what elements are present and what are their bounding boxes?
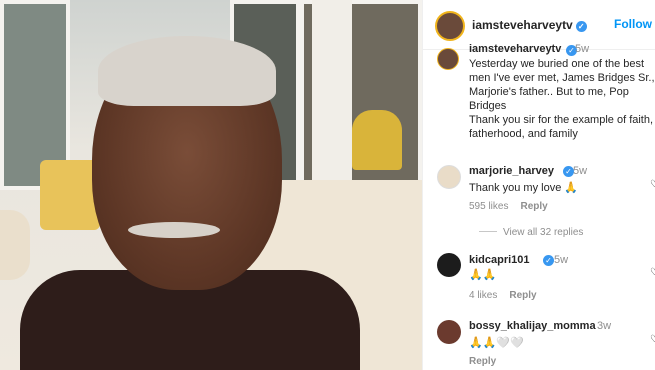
door-frame xyxy=(312,0,352,190)
comments-panel: iamsteveharveytv ✓ Follow iamsteveharveyt… xyxy=(422,0,655,370)
header-username[interactable]: iamsteveharveytv ✓ xyxy=(472,18,587,32)
username-text[interactable]: iamsteveharveytv xyxy=(472,18,573,32)
mustache xyxy=(128,222,220,238)
heart-outline-icon[interactable]: ♡ xyxy=(650,334,655,345)
follow-button[interactable]: Follow xyxy=(614,17,652,31)
yellow-cloth xyxy=(40,160,100,230)
view-replies-button[interactable]: View all 32 replies xyxy=(479,227,583,238)
reply-button[interactable]: Reply xyxy=(520,201,547,212)
like-count[interactable]: 595 likes xyxy=(469,201,508,212)
verified-badge-icon: ✓ xyxy=(543,255,554,266)
hair xyxy=(98,36,276,106)
reply-button[interactable]: Reply xyxy=(509,290,536,301)
avatar[interactable] xyxy=(435,11,465,41)
like-count[interactable]: 4 likes xyxy=(469,290,497,301)
comment-text: 🙏🙏🤍🤍 xyxy=(469,337,524,349)
comment-text: Thank you my love 🙏 xyxy=(469,182,579,194)
caption-line: fatherhood, and family xyxy=(469,128,578,140)
comment-meta: Reply xyxy=(469,356,496,367)
heart-outline-icon[interactable]: ♡ xyxy=(650,179,655,190)
verified-badge-icon: ✓ xyxy=(575,21,587,32)
comment-username[interactable]: kidcapri101 xyxy=(469,254,530,266)
avatar[interactable] xyxy=(437,48,459,70)
avatar[interactable] xyxy=(437,165,461,189)
sofa-arm xyxy=(0,210,30,280)
comment-timestamp[interactable]: 3w xyxy=(597,320,611,332)
comment-timestamp[interactable]: 5w xyxy=(554,254,568,266)
comment-timestamp[interactable]: 5w xyxy=(573,165,587,177)
avatar[interactable] xyxy=(437,320,461,344)
comment-username[interactable]: bossy_khalijay_momma xyxy=(469,320,596,332)
caption-text: Yesterday we buried one of the best men … xyxy=(469,57,655,141)
post-photo[interactable] xyxy=(0,0,422,370)
background-person xyxy=(352,110,402,170)
caption-line: Marjorie's father.. But to me, Pop xyxy=(469,86,629,98)
reply-button[interactable]: Reply xyxy=(469,356,496,367)
avatar[interactable] xyxy=(437,253,461,277)
comment-username[interactable]: marjorie_harvey xyxy=(469,165,554,177)
caption-username[interactable]: iamsteveharveytv xyxy=(469,43,561,55)
comment-meta: 595 likes Reply xyxy=(469,201,548,212)
heart-outline-icon[interactable]: ♡ xyxy=(650,267,655,278)
comment-text: 🙏🙏 xyxy=(469,269,497,281)
caption-line: Bridges xyxy=(469,100,507,112)
comment-meta: 4 likes Reply xyxy=(469,290,537,301)
caption-timestamp[interactable]: 5w xyxy=(575,43,589,55)
caption-line: Thank you sir for the example of faith, xyxy=(469,114,654,126)
caption-line: Yesterday we buried one of the best xyxy=(469,58,645,70)
caption-line: men I've ever met, James Bridges Sr., xyxy=(469,72,655,84)
